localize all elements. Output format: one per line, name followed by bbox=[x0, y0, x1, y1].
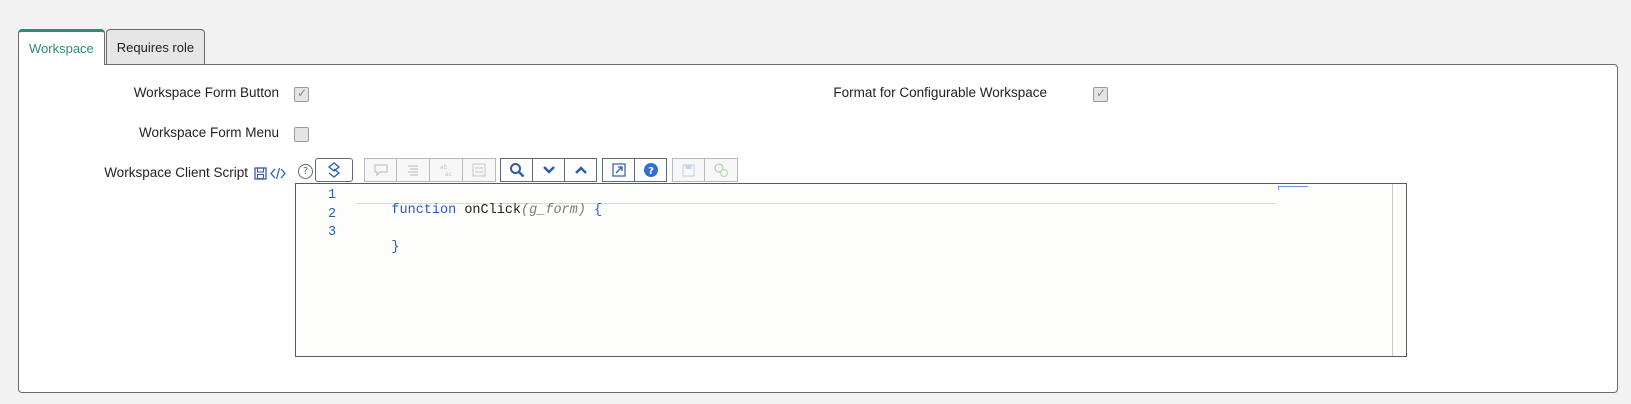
replace-icon[interactable]: ab ac bbox=[430, 158, 463, 182]
tab-requires-role[interactable]: Requires role bbox=[105, 29, 206, 64]
svg-text:ab: ab bbox=[440, 164, 448, 171]
save-script-icon[interactable] bbox=[254, 167, 267, 182]
workspace-form-button-checkbox[interactable] bbox=[294, 86, 309, 102]
svg-text:ac: ac bbox=[445, 171, 452, 177]
code-token: onClick bbox=[464, 203, 522, 218]
workspace-form-menu-label: Workspace Form Menu bbox=[138, 125, 279, 140]
line-number: 3 bbox=[328, 225, 337, 240]
toggle-group bbox=[315, 158, 353, 182]
code-token: { bbox=[593, 203, 603, 218]
code-editor[interactable]: 1 2 3 function onClick(g_form) { } bbox=[295, 183, 1407, 357]
fullscreen-icon[interactable] bbox=[602, 158, 635, 182]
tab-workspace[interactable]: Workspace bbox=[18, 29, 105, 65]
line-number: 2 bbox=[328, 207, 337, 222]
format-configurable-workspace-label: Format for Configurable Workspace bbox=[833, 85, 1047, 100]
code-view-icon[interactable] bbox=[270, 167, 286, 182]
replace-all-icon[interactable] bbox=[463, 158, 496, 182]
comment-icon[interactable] bbox=[364, 158, 397, 182]
code-token: ) bbox=[577, 203, 586, 218]
format-configurable-workspace-checkbox[interactable] bbox=[1093, 86, 1108, 102]
view-group: ? bbox=[602, 158, 667, 182]
code-token: g_form bbox=[529, 203, 578, 218]
workspace-client-script-label: Workspace Client Script bbox=[104, 165, 248, 180]
code-line: } bbox=[359, 225, 400, 270]
code-token: function bbox=[391, 203, 457, 218]
script-label-icons bbox=[254, 167, 286, 182]
script-debug-icon[interactable] bbox=[705, 158, 738, 182]
code-token: ( bbox=[521, 203, 530, 218]
search-icon[interactable] bbox=[500, 158, 533, 182]
toggle-syntax-icon[interactable] bbox=[315, 158, 353, 182]
search-group bbox=[500, 158, 597, 182]
line-number-gutter: 1 2 3 bbox=[296, 184, 356, 356]
tab-bar: Workspace Requires role bbox=[18, 29, 206, 65]
edit-group: ab ac bbox=[364, 158, 496, 182]
editor-overview-ruler bbox=[1278, 186, 1308, 190]
workspace-form-menu-checkbox[interactable] bbox=[294, 127, 309, 142]
save-group bbox=[672, 158, 738, 182]
field-help-icon[interactable]: ? bbox=[298, 164, 313, 179]
help-icon[interactable]: ? bbox=[634, 158, 667, 182]
format-icon[interactable] bbox=[397, 158, 430, 182]
workspace-form-button-label: Workspace Form Button bbox=[133, 85, 279, 100]
code-token: } bbox=[391, 240, 400, 255]
svg-text:?: ? bbox=[648, 166, 654, 177]
save-icon[interactable] bbox=[672, 158, 705, 182]
line-number: 1 bbox=[328, 188, 337, 203]
next-icon[interactable] bbox=[532, 158, 565, 182]
editor-scrollbar[interactable] bbox=[1392, 184, 1406, 356]
previous-icon[interactable] bbox=[564, 158, 597, 182]
